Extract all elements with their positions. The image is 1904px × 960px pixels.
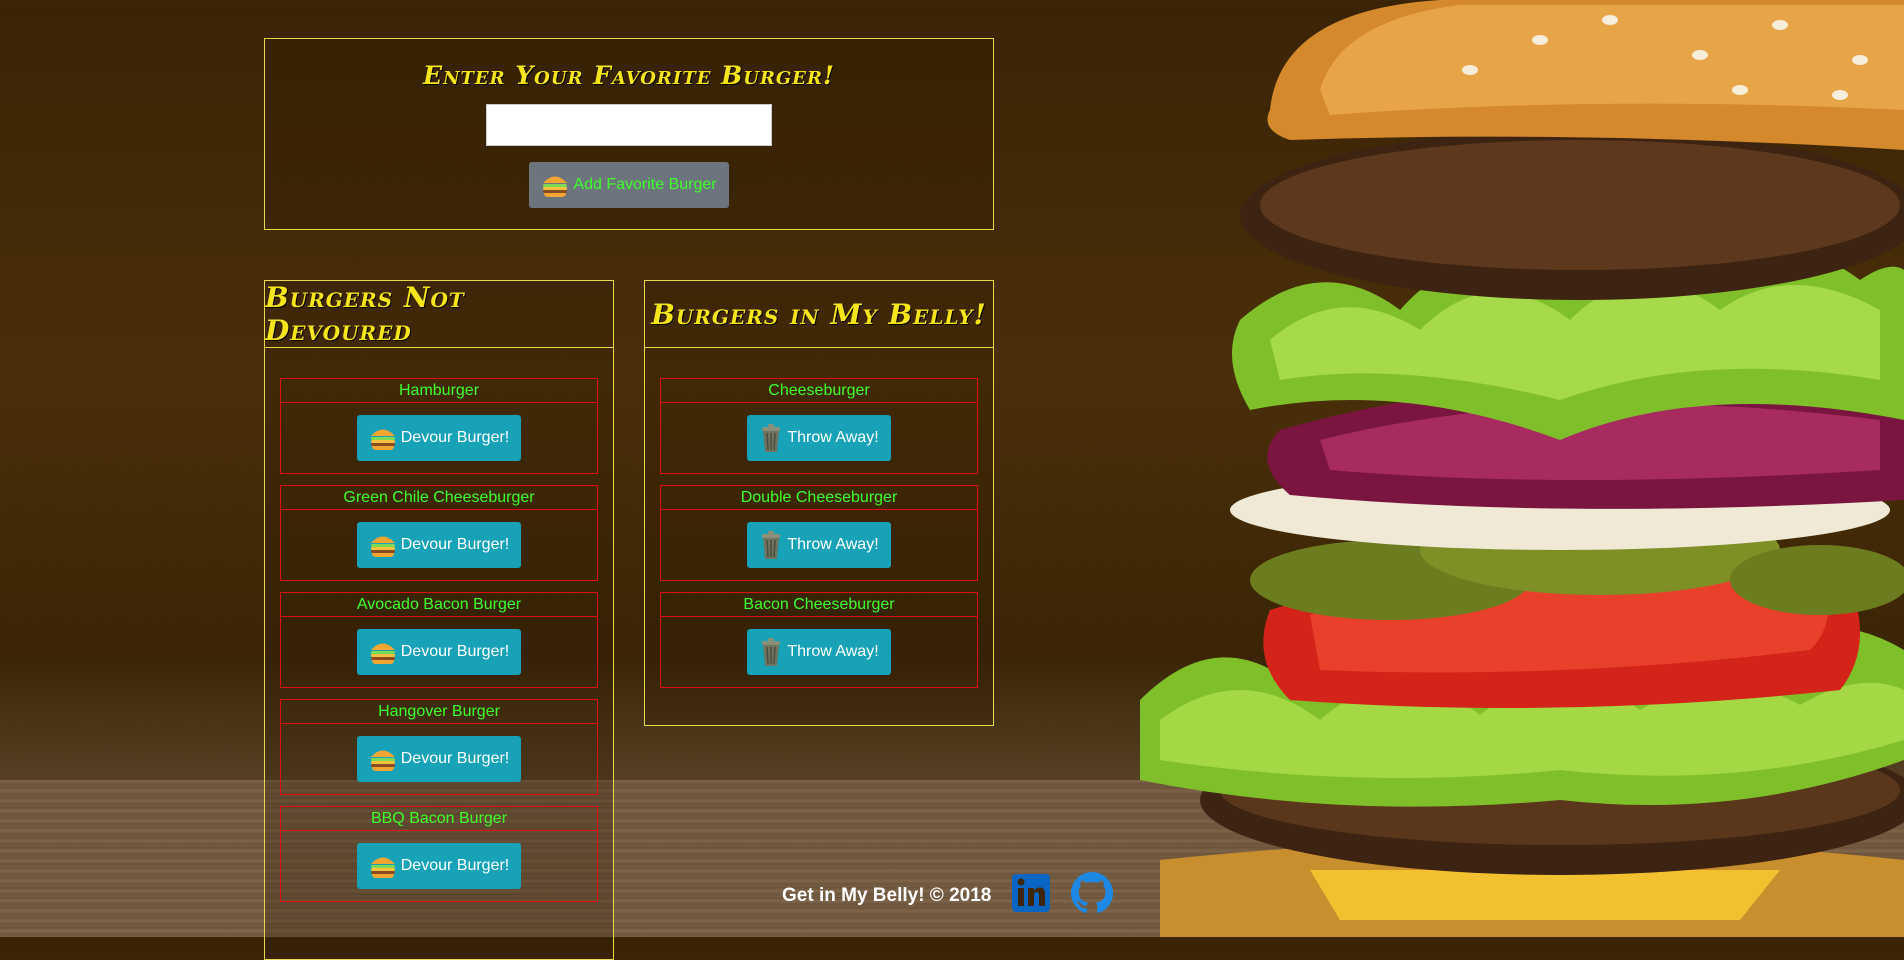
footer: Get in My Belly! © 2018: [782, 872, 1114, 919]
devoured-title: Burgers in My Belly!: [651, 297, 987, 331]
github-icon: [1071, 872, 1114, 918]
list-item: Avocado Bacon Burger Devour Burger!: [280, 592, 598, 688]
list-item: BBQ Bacon Burger Devour Burger!: [280, 806, 598, 902]
list-item: Bacon Cheeseburger Throw Away!: [660, 592, 978, 688]
devour-button-label: Devour Burger!: [400, 857, 510, 874]
add-button-label: Add Favorite Burger: [573, 176, 717, 193]
burger-icon: [369, 746, 397, 772]
burger-background-image: [1140, 0, 1904, 937]
list-item: Cheeseburger Throw Away!: [660, 378, 978, 474]
form-title: Enter Your Favorite Burger!: [423, 61, 835, 90]
add-burger-form: Enter Your Favorite Burger! Add Favorite…: [264, 38, 994, 230]
devoured-panel: Burgers in My Belly! Cheeseburger Throw …: [644, 280, 994, 726]
devour-button-label: Devour Burger!: [400, 429, 510, 446]
devour-button-label: Devour Burger!: [400, 536, 510, 553]
list-item: Green Chile Cheeseburger Devour Burger!: [280, 485, 598, 581]
burger-icon: [369, 639, 397, 665]
linkedin-link[interactable]: [1011, 873, 1051, 918]
list-item: Hangover Burger Devour Burger!: [280, 699, 598, 795]
trash-can-icon: [759, 637, 783, 667]
not-devoured-panel: Burgers Not Devoured Hamburger Devour Bu…: [264, 280, 614, 960]
burger-name: Hamburger: [281, 379, 597, 403]
throw-away-button-label: Throw Away!: [787, 429, 879, 446]
burger-name: Avocado Bacon Burger: [281, 593, 597, 617]
throw-away-button-label: Throw Away!: [787, 643, 879, 660]
devoured-list: Cheeseburger Throw Away! Double Cheesebu…: [645, 348, 993, 688]
burger-name: Hangover Burger: [281, 700, 597, 724]
trash-can-icon: [759, 423, 783, 453]
throw-away-button[interactable]: Throw Away!: [747, 522, 891, 568]
devour-button-label: Devour Burger!: [400, 750, 510, 767]
not-devoured-title: Burgers Not Devoured: [265, 281, 465, 347]
burger-icon: [541, 172, 569, 198]
list-item: Hamburger Devour Burger!: [280, 378, 598, 474]
devour-button-label: Devour Burger!: [400, 643, 510, 660]
devour-burger-button[interactable]: Devour Burger!: [356, 629, 522, 675]
burger-name: Double Cheeseburger: [661, 486, 977, 510]
devour-burger-button[interactable]: Devour Burger!: [356, 415, 522, 461]
devour-burger-button[interactable]: Devour Burger!: [356, 522, 522, 568]
devoured-header: Burgers in My Belly!: [645, 281, 993, 348]
throw-away-button-label: Throw Away!: [787, 536, 879, 553]
footer-copyright: Get in My Belly! © 2018: [782, 884, 992, 906]
devour-burger-button[interactable]: Devour Burger!: [356, 736, 522, 782]
burger-name: Green Chile Cheeseburger: [281, 486, 597, 510]
throw-away-button[interactable]: Throw Away!: [747, 415, 891, 461]
burger-name-input[interactable]: [486, 104, 772, 146]
linkedin-icon: [1011, 874, 1051, 917]
throw-away-button[interactable]: Throw Away!: [747, 629, 891, 675]
list-item: Double Cheeseburger Throw Away!: [660, 485, 978, 581]
not-devoured-header: Burgers Not Devoured: [265, 281, 613, 348]
add-favorite-burger-button[interactable]: Add Favorite Burger: [529, 162, 729, 208]
burger-name: Cheeseburger: [661, 379, 977, 403]
burger-icon: [369, 532, 397, 558]
burger-icon: [369, 425, 397, 451]
devour-burger-button[interactable]: Devour Burger!: [356, 843, 522, 889]
burger-icon: [369, 853, 397, 879]
github-link[interactable]: [1071, 872, 1114, 919]
burger-name: BBQ Bacon Burger: [281, 807, 597, 831]
trash-can-icon: [759, 530, 783, 560]
burger-name: Bacon Cheeseburger: [661, 593, 977, 617]
not-devoured-list: Hamburger Devour Burger! Green Chile Che…: [265, 348, 613, 902]
